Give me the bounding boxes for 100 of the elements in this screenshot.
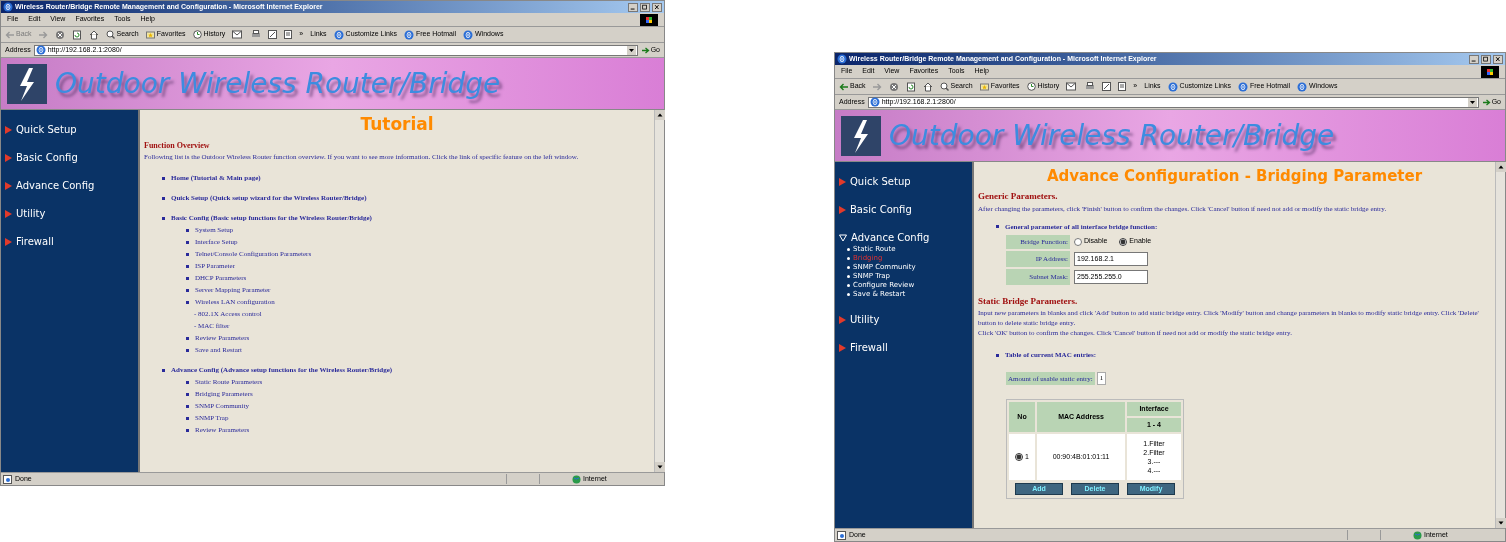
bullet-icon — [186, 336, 189, 340]
nav-link[interactable]: Basic Config — [850, 202, 912, 217]
scroll-down-icon[interactable] — [655, 462, 665, 472]
scroll-up-icon[interactable] — [1496, 162, 1506, 172]
bullet-icon — [847, 284, 850, 287]
search-icon[interactable] — [105, 30, 115, 39]
nav-link[interactable]: Quick Setup — [16, 122, 77, 137]
minimize-icon[interactable] — [628, 2, 638, 12]
globe-e-icon — [463, 29, 473, 40]
radio-button[interactable] — [1015, 453, 1024, 461]
flag-icon — [1481, 65, 1499, 78]
bullet-icon — [186, 252, 189, 256]
bullet-icon — [186, 428, 189, 432]
page-title: Advance Configuration - Bridging Parameter — [1045, 166, 1424, 186]
nav-link[interactable]: Firewall — [16, 234, 54, 249]
globe-e-icon — [3, 2, 13, 12]
bullet-icon — [162, 216, 165, 220]
folder-star-icon[interactable] — [145, 30, 155, 39]
bullet-icon — [186, 392, 189, 396]
globe-e-icon — [869, 97, 880, 107]
refresh-icon[interactable] — [71, 29, 82, 40]
home-icon[interactable] — [88, 29, 99, 40]
bullet-icon — [847, 275, 850, 278]
close-icon[interactable] — [652, 2, 662, 12]
bullet-icon — [847, 293, 850, 296]
nav-link[interactable]: Utility — [16, 206, 46, 221]
mail-icon[interactable] — [1066, 82, 1079, 91]
maximize-icon[interactable] — [1481, 54, 1491, 64]
nav-link[interactable]: Advance Config — [16, 178, 95, 193]
bullet-icon — [162, 368, 165, 372]
close-icon[interactable] — [1493, 54, 1503, 64]
edit-icon[interactable] — [268, 30, 278, 39]
page-title: Tutorial — [359, 114, 435, 134]
globe-icon — [572, 474, 581, 484]
banner-title: Outdoor Wireless Router/Bridge — [55, 65, 501, 102]
section-heading: Generic Parameters. — [978, 190, 1059, 203]
bullet-icon — [186, 276, 189, 280]
globe-e-icon — [1167, 81, 1178, 92]
arrow-right-icon[interactable] — [1481, 97, 1491, 107]
dropdown-arrow-icon[interactable] — [1467, 97, 1477, 107]
nav-link[interactable]: Basic Config — [16, 150, 78, 165]
bullet-icon — [186, 264, 189, 268]
globe-icon — [1413, 530, 1422, 540]
bullet-icon — [847, 257, 850, 260]
mail-icon[interactable] — [232, 30, 245, 39]
clock-icon[interactable] — [192, 30, 202, 39]
bullet-icon — [186, 240, 189, 244]
clock-icon[interactable] — [1026, 82, 1036, 91]
section-heading: Function Overview — [144, 140, 211, 152]
stop-icon[interactable] — [888, 81, 899, 92]
nav-link[interactable]: Firewall — [850, 340, 888, 355]
scrollbar[interactable] — [654, 110, 664, 472]
bullet-icon — [847, 266, 850, 269]
scroll-up-icon[interactable] — [655, 110, 665, 120]
minimize-icon[interactable] — [1469, 54, 1479, 64]
document-icon[interactable] — [1118, 82, 1127, 91]
bullet-icon — [186, 404, 189, 408]
nav-link[interactable]: Quick Setup — [850, 174, 911, 189]
arrow-right-icon[interactable] — [640, 45, 650, 55]
bullet-icon — [186, 416, 189, 420]
home-icon[interactable] — [922, 81, 933, 92]
printer-icon[interactable] — [1085, 82, 1096, 91]
edit-icon[interactable] — [1102, 82, 1112, 91]
folder-star-icon[interactable] — [979, 82, 989, 91]
radio-button[interactable] — [1074, 237, 1082, 246]
back-arrow-icon[interactable] — [839, 82, 848, 91]
bullet-icon — [162, 176, 165, 180]
scroll-down-icon[interactable] — [1496, 518, 1506, 528]
banner-title: Outdoor Wireless Router/Bridge — [889, 117, 1335, 154]
bullet-icon — [186, 380, 189, 384]
lightning-logo-icon — [841, 115, 881, 156]
page-icon — [3, 474, 12, 484]
search-icon[interactable] — [939, 82, 949, 91]
bullet-icon — [186, 348, 189, 352]
nav-link[interactable]: Utility — [850, 312, 880, 327]
globe-e-icon — [837, 54, 847, 64]
bullet-icon — [847, 248, 850, 251]
globe-e-icon — [403, 29, 414, 40]
stop-icon[interactable] — [54, 29, 65, 40]
maximize-icon[interactable] — [640, 2, 650, 12]
page-icon — [837, 530, 846, 540]
flag-icon — [640, 13, 658, 26]
lightning-logo-icon — [7, 63, 47, 104]
globe-e-icon — [1297, 81, 1307, 92]
bullet-icon — [186, 300, 189, 304]
bullet-icon — [186, 228, 189, 232]
globe-e-icon — [35, 45, 46, 55]
bullet-icon — [186, 288, 189, 292]
refresh-icon[interactable] — [905, 81, 916, 92]
globe-e-icon — [333, 29, 344, 40]
radio-button[interactable] — [1119, 237, 1128, 246]
dropdown-arrow-icon[interactable] — [626, 45, 636, 55]
document-icon[interactable] — [284, 30, 293, 39]
scrollbar[interactable] — [1495, 162, 1505, 528]
printer-icon[interactable] — [251, 30, 262, 39]
bullet-icon — [996, 353, 999, 357]
globe-e-icon — [1237, 81, 1248, 92]
section-heading: Static Bridge Parameters. — [978, 294, 1079, 308]
bullet-icon — [996, 225, 999, 228]
nav-link[interactable]: Advance Config — [851, 230, 930, 245]
